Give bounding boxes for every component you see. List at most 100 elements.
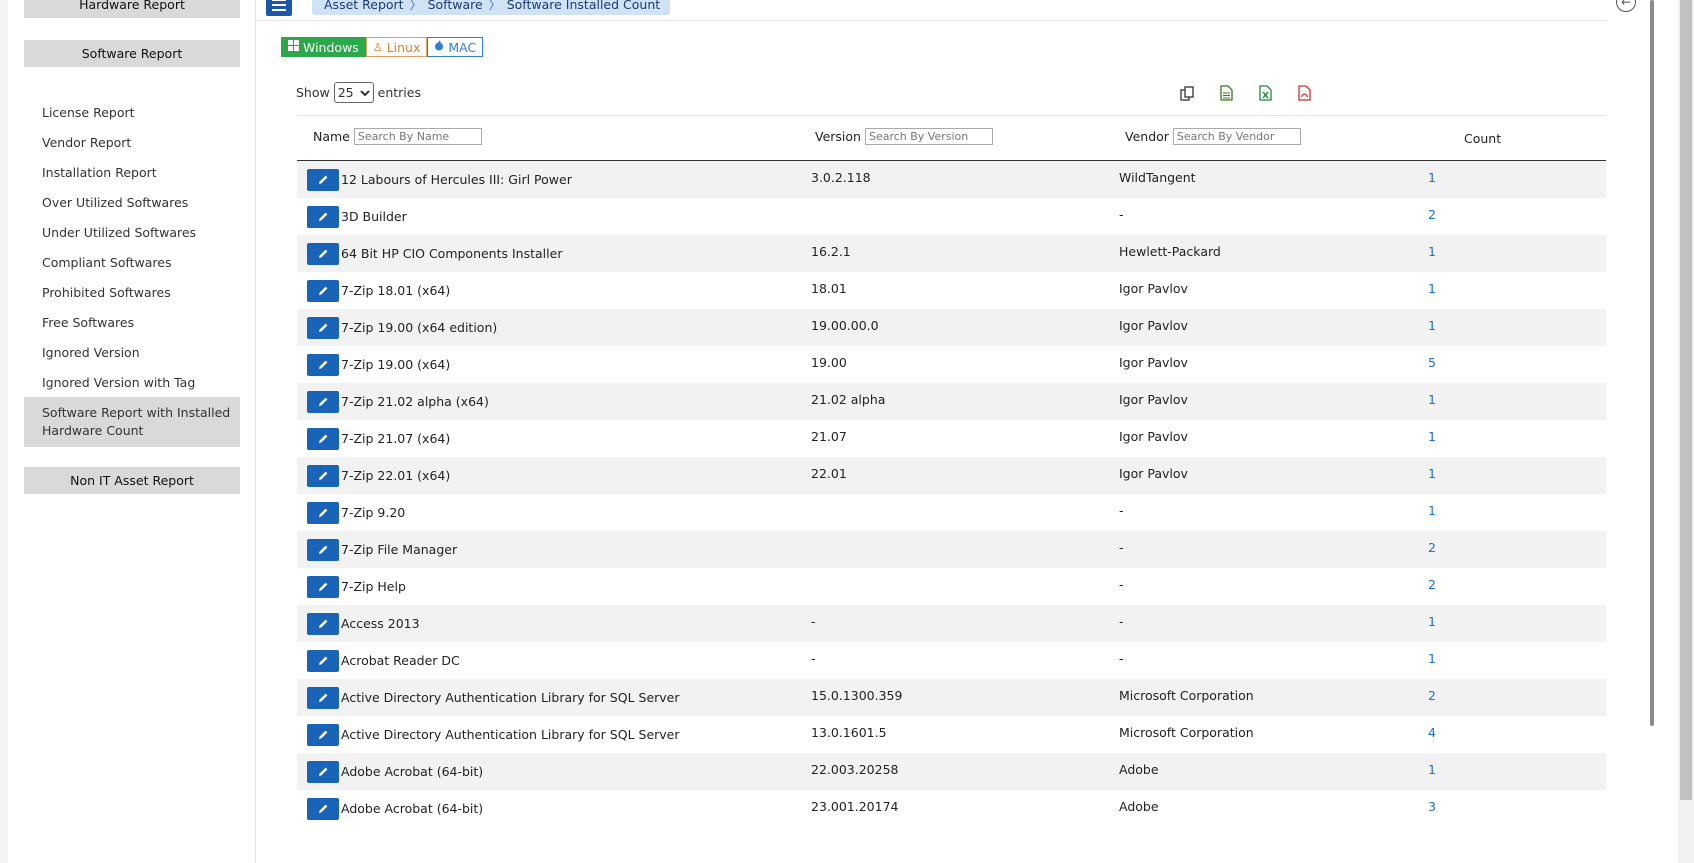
cell-count-link[interactable]: 4 xyxy=(1428,725,1436,740)
cell-name: 7-Zip File Manager xyxy=(341,542,458,557)
breadcrumb-software[interactable]: Software xyxy=(428,0,483,12)
inner-scrollbar-thumb[interactable] xyxy=(1650,0,1654,726)
cell-vendor: Hewlett-Packard xyxy=(1119,244,1221,259)
cell-count-link[interactable]: 1 xyxy=(1428,429,1436,444)
search-version-input[interactable] xyxy=(864,128,993,145)
hardware-report-section[interactable]: Hardware Report xyxy=(24,0,240,18)
copy-icon[interactable] xyxy=(1180,85,1195,101)
sidebar-item-ignored-version[interactable]: Ignored Version xyxy=(24,337,240,367)
sidebar-item-installation-report[interactable]: Installation Report xyxy=(24,157,240,187)
sidebar-item-ignored-version-tag[interactable]: Ignored Version with Tag xyxy=(24,367,240,397)
sidebar-item-compliant[interactable]: Compliant Softwares xyxy=(24,247,240,277)
cell-version: 23.001.20174 xyxy=(811,799,899,814)
edit-button[interactable] xyxy=(307,391,339,413)
table-row: 7-Zip Help - 2 xyxy=(297,568,1606,605)
edit-button[interactable] xyxy=(307,280,339,302)
cell-count-link[interactable]: 2 xyxy=(1428,688,1436,703)
divider xyxy=(256,20,1606,21)
sidebar-item-over-utilized[interactable]: Over Utilized Softwares xyxy=(24,187,240,217)
header-version-label: Version xyxy=(815,129,861,144)
sidebar-item-license-report[interactable]: License Report xyxy=(24,97,240,127)
search-vendor-input[interactable] xyxy=(1172,128,1301,145)
non-it-asset-report-section[interactable]: Non IT Asset Report xyxy=(24,467,240,494)
apple-icon xyxy=(434,40,444,54)
chevron-down-icon xyxy=(360,85,370,100)
page-length-select[interactable]: 25 xyxy=(333,82,374,103)
menu-toggle-icon[interactable] xyxy=(266,0,292,16)
edit-button[interactable] xyxy=(307,428,339,450)
cell-version: 15.0.1300.359 xyxy=(811,688,903,703)
edit-button[interactable] xyxy=(307,206,339,228)
edit-button[interactable] xyxy=(307,465,339,487)
cell-count-link[interactable]: 1 xyxy=(1428,466,1436,481)
tab-linux[interactable]: ♙ Linux xyxy=(365,37,428,57)
page-length-value: 25 xyxy=(337,85,354,100)
cell-vendor: Igor Pavlov xyxy=(1119,392,1188,407)
cell-count-link[interactable]: 5 xyxy=(1428,355,1436,370)
search-name-input[interactable] xyxy=(353,128,482,145)
page-scrollbar-thumb[interactable] xyxy=(1680,0,1692,800)
cell-count-link[interactable]: 3 xyxy=(1428,799,1436,814)
edit-button[interactable] xyxy=(307,576,339,598)
sidebar-item-installed-hardware-count[interactable]: Software Report with Installed Hardware … xyxy=(24,397,240,447)
header-count[interactable]: Count xyxy=(1464,131,1501,146)
edit-button[interactable] xyxy=(307,761,339,783)
tab-windows[interactable]: Windows xyxy=(281,37,366,57)
pdf-icon[interactable] xyxy=(1297,85,1312,101)
sidebar-item-under-utilized[interactable]: Under Utilized Softwares xyxy=(24,217,240,247)
export-toolbar xyxy=(1180,85,1312,101)
cell-version: - xyxy=(811,614,816,629)
cell-count-link[interactable]: 1 xyxy=(1428,244,1436,259)
cell-count-link[interactable]: 1 xyxy=(1428,392,1436,407)
entries-label: entries xyxy=(377,85,421,100)
edit-button[interactable] xyxy=(307,798,339,820)
cell-name: Active Directory Authentication Library … xyxy=(341,727,680,742)
cell-count-link[interactable]: 2 xyxy=(1428,207,1436,222)
edit-button[interactable] xyxy=(307,317,339,339)
back-arrow-icon[interactable]: ← xyxy=(1616,0,1636,12)
breadcrumb-asset-report[interactable]: Asset Report xyxy=(324,0,404,12)
edit-button[interactable] xyxy=(307,539,339,561)
cell-name: 7-Zip 18.01 (x64) xyxy=(341,283,451,298)
cell-version: - xyxy=(811,651,816,666)
sidebar-item-free[interactable]: Free Softwares xyxy=(24,307,240,337)
table-row: 3D Builder - 2 xyxy=(297,198,1606,235)
cell-version: 21.07 xyxy=(811,429,847,444)
table-row: 7-Zip File Manager - 2 xyxy=(297,531,1606,568)
edit-button[interactable] xyxy=(307,613,339,635)
cell-count-link[interactable]: 2 xyxy=(1428,540,1436,555)
cell-count-link[interactable]: 1 xyxy=(1428,170,1436,185)
edit-button[interactable] xyxy=(307,243,339,265)
cell-count-link[interactable]: 1 xyxy=(1428,614,1436,629)
cell-count-link[interactable]: 1 xyxy=(1428,651,1436,666)
table-row: 7-Zip 22.01 (x64) 22.01 Igor Pavlov 1 xyxy=(297,457,1606,494)
edit-button[interactable] xyxy=(307,169,339,191)
cell-vendor: Microsoft Corporation xyxy=(1119,725,1254,740)
cell-vendor: - xyxy=(1119,540,1124,555)
excel-icon[interactable] xyxy=(1258,85,1273,101)
tab-mac[interactable]: MAC xyxy=(427,37,484,57)
csv-icon[interactable] xyxy=(1219,85,1234,101)
cell-version: 19.00.00.0 xyxy=(811,318,879,333)
edit-button[interactable] xyxy=(307,724,339,746)
cell-name: 7-Zip 9.20 xyxy=(341,505,406,520)
page-length-control: Show 25 entries xyxy=(296,82,421,103)
table-row: 7-Zip 9.20 - 1 xyxy=(297,494,1606,531)
edit-button[interactable] xyxy=(307,650,339,672)
cell-count-link[interactable]: 2 xyxy=(1428,577,1436,592)
edit-button[interactable] xyxy=(307,502,339,524)
sidebar-item-prohibited[interactable]: Prohibited Softwares xyxy=(24,277,240,307)
software-report-section[interactable]: Software Report xyxy=(24,40,240,67)
header-name-label: Name xyxy=(313,129,350,144)
edit-button[interactable] xyxy=(307,687,339,709)
cell-count-link[interactable]: 1 xyxy=(1428,318,1436,333)
table-row: Adobe Acrobat (64-bit) 22.003.20258 Adobe 1 xyxy=(297,753,1606,790)
edit-button[interactable] xyxy=(307,354,339,376)
cell-count-link[interactable]: 1 xyxy=(1428,762,1436,777)
cell-count-link[interactable]: 1 xyxy=(1428,281,1436,296)
cell-count-link[interactable]: 1 xyxy=(1428,503,1436,518)
breadcrumb-current: Software Installed Count xyxy=(506,0,661,12)
sidebar-item-vendor-report[interactable]: Vendor Report xyxy=(24,127,240,157)
pencil-icon xyxy=(318,173,329,188)
table-row: 7-Zip 21.07 (x64) 21.07 Igor Pavlov 1 xyxy=(297,420,1606,457)
